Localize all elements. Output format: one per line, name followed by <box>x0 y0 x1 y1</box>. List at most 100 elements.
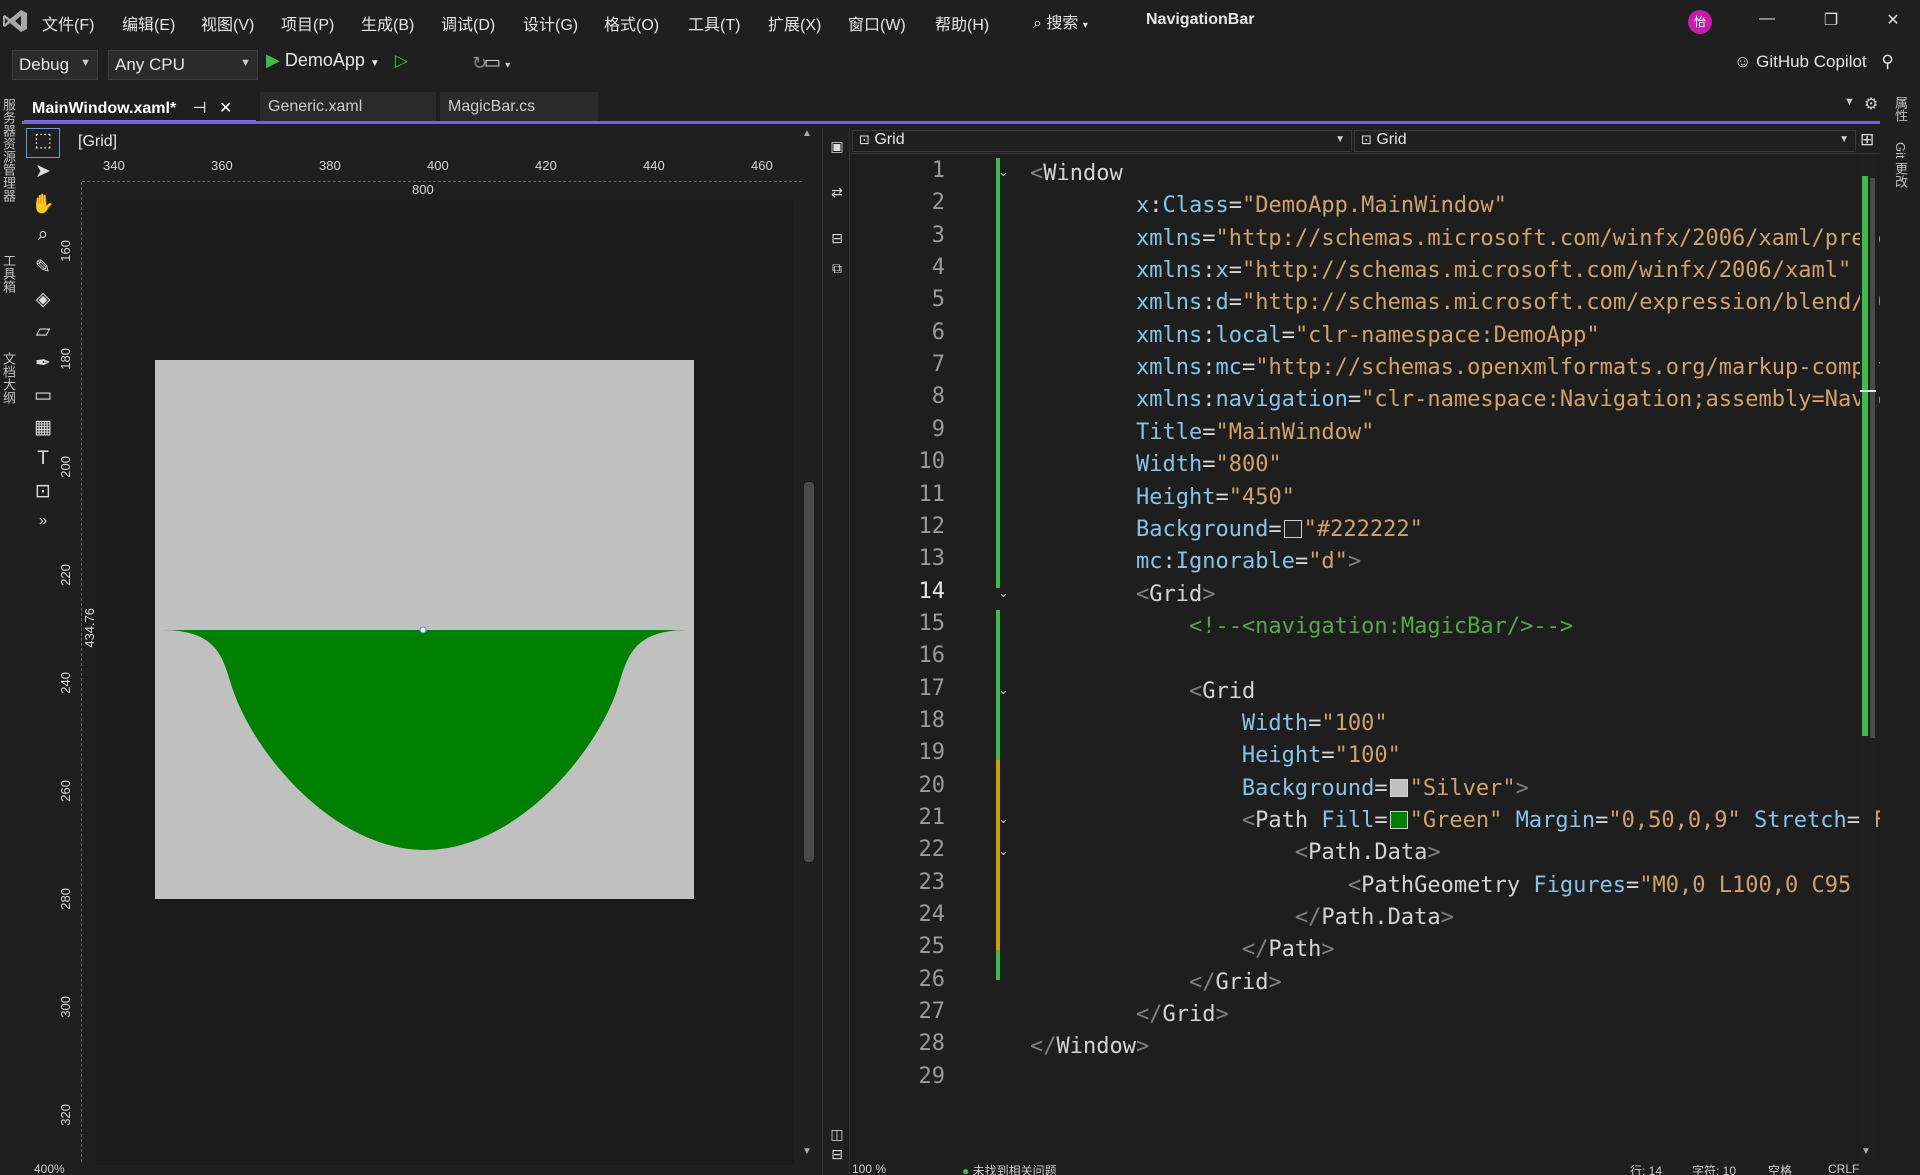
server-explorer-tab[interactable]: 服务器资源管理器 <box>0 98 18 202</box>
tab-magicbar-cs[interactable]: MagicBar.cs <box>440 92 598 122</box>
color-swatch[interactable] <box>1283 519 1302 538</box>
pen-icon[interactable]: ✒ <box>26 352 60 382</box>
code-line[interactable]: Width="100" <box>1030 708 1388 740</box>
scroll-up-icon[interactable]: ▲ <box>802 128 812 139</box>
code-line[interactable]: <Grid> <box>1030 579 1215 611</box>
close-icon[interactable]: ✕ <box>219 100 232 117</box>
nav-left-select[interactable]: ⊡ Grid ▼ <box>852 130 1352 152</box>
text-icon[interactable]: T <box>26 448 60 478</box>
code-line[interactable]: <PathGeometry Figures="M0,0 L100,0 C95 <box>1030 870 1851 902</box>
scroll-down-icon[interactable]: ▼ <box>802 1146 812 1157</box>
restore-button[interactable]: ❐ <box>1816 10 1846 30</box>
github-copilot-button[interactable]: ☺ GitHub Copilot ⚲ <box>1734 52 1894 72</box>
split-editor-icon[interactable]: ⊞ <box>1860 130 1874 150</box>
zoom-level[interactable]: 400% <box>34 1162 65 1175</box>
vertical-split-icon[interactable]: ◫ <box>828 1126 846 1144</box>
code-line[interactable]: <Path Fill= "Green" Margin="0,50,0,9" Str… <box>1030 805 1880 837</box>
color-swatch[interactable] <box>1389 811 1408 829</box>
search-box[interactable]: ⌕ 搜索 ▾ <box>1033 9 1088 33</box>
config-select[interactable]: Debug ▼ <box>12 50 98 80</box>
code-line[interactable]: </Window> <box>1030 1031 1149 1063</box>
fold-toggle-icon[interactable]: ⌄ <box>998 843 1009 859</box>
fold-toggle-icon[interactable]: ⌄ <box>998 811 1009 827</box>
run-without-debug-icon[interactable]: ▷ <box>395 51 408 70</box>
zoom-icon[interactable]: ⌕ <box>26 224 60 254</box>
code-line[interactable]: xmlns:x="http://schemas.microsoft.com/wi… <box>1030 255 1851 287</box>
swap-panes-icon[interactable]: ⇄ <box>828 184 846 202</box>
feedback-icon[interactable]: ⚲ <box>1881 52 1893 71</box>
popout-icon[interactable]: ⧉ <box>828 260 846 278</box>
grid-icon[interactable]: ▦ <box>26 416 60 446</box>
platform-select[interactable]: Any CPU ▼ <box>108 50 258 80</box>
code-line[interactable]: </Path.Data> <box>1030 902 1454 934</box>
designer-scrollbar[interactable]: ▲ ▼ <box>802 128 816 1168</box>
code-line[interactable]: </Grid> <box>1030 999 1229 1031</box>
code-line[interactable]: xmlns:d="http://schemas.microsoft.com/ex… <box>1030 287 1880 319</box>
pin-icon[interactable]: ⊣ <box>193 100 207 117</box>
menu-item[interactable]: 文件(F) <box>42 11 94 35</box>
visual-studio-logo-icon[interactable] <box>2 8 28 34</box>
code-line[interactable]: Height="450" <box>1030 482 1295 514</box>
run-button[interactable]: ▶ DemoApp ▼ ▷ <box>266 50 408 71</box>
code-line[interactable]: <Path.Data> <box>1030 837 1441 869</box>
eyedropper-icon[interactable]: ✎ <box>26 256 60 286</box>
code-line[interactable]: Background= "Silver"> <box>1030 773 1529 805</box>
menu-item[interactable]: 项目(P) <box>281 11 334 35</box>
code-editor[interactable]: 1 ⌄ <Window 2 x:Class="DemoApp.MainWindow" 3… <box>850 154 1880 1160</box>
collapse-pane-icon[interactable]: ⊟ <box>828 230 846 248</box>
menu-item[interactable]: 生成(B) <box>361 11 414 35</box>
scroll-down-icon[interactable]: ▼ <box>1861 1146 1871 1157</box>
design-view-icon[interactable]: ▣ <box>828 138 846 156</box>
horizontal-split-icon[interactable]: ⊟ <box>828 1146 846 1164</box>
toolbox-tab[interactable]: 工具箱 <box>0 254 18 293</box>
code-line[interactable]: mc:Ignorable="d"> <box>1030 546 1361 578</box>
code-line[interactable]: <Grid <box>1030 676 1255 708</box>
tab-generic-xaml[interactable]: Generic.xaml <box>260 92 436 122</box>
fold-toggle-icon[interactable]: ⌄ <box>998 164 1009 180</box>
line-status[interactable]: 行: 14 <box>1630 1162 1662 1175</box>
menu-item[interactable]: 窗口(W) <box>848 11 906 35</box>
line-ending-status[interactable]: CRLF <box>1828 1162 1859 1175</box>
fold-toggle-icon[interactable]: ⌄ <box>998 682 1009 698</box>
code-line[interactable]: </Grid> <box>1030 967 1282 999</box>
pointer-icon[interactable]: ➤ <box>26 160 60 190</box>
layout-dropdown[interactable]: ▭ ▾ <box>484 52 524 80</box>
code-line[interactable]: xmlns:navigation="clr-namespace:Navigati… <box>1030 384 1880 416</box>
tab-mainwindow-xaml[interactable]: MainWindow.xaml* ⊣ ✕ <box>24 92 256 122</box>
menu-item[interactable]: 编辑(E) <box>122 11 175 35</box>
no-issues-status[interactable]: ● 未找到相关问题 <box>962 1162 1057 1175</box>
properties-tab[interactable]: 属性 <box>1892 96 1910 122</box>
control-icon[interactable]: ⊡ <box>26 480 60 510</box>
code-line[interactable]: x:Class="DemoApp.MainWindow" <box>1030 190 1507 222</box>
eraser-icon[interactable]: ▱ <box>26 320 60 350</box>
code-line[interactable]: <Window <box>1030 158 1123 190</box>
code-line[interactable]: xmlns:local="clr-namespace:DemoApp" <box>1030 320 1600 352</box>
menu-item[interactable]: 设计(G) <box>523 11 578 35</box>
code-line[interactable]: Height="100" <box>1030 740 1401 772</box>
minimize-button[interactable]: — <box>1752 10 1782 28</box>
nav-right-select[interactable]: ⊡ Grid ▼ <box>1354 130 1856 152</box>
rectangle-icon[interactable]: ▭ <box>26 384 60 414</box>
code-line[interactable]: <!--<navigation:MagicBar/>--> <box>1030 611 1573 643</box>
char-status[interactable]: 字符: 10 <box>1692 1162 1736 1175</box>
selection-handle[interactable] <box>419 626 427 634</box>
code-line[interactable]: </Path> <box>1030 934 1335 966</box>
whitespace-status[interactable]: 空格 <box>1768 1162 1792 1175</box>
editor-zoom[interactable]: 100 % <box>852 1162 886 1175</box>
menu-item[interactable]: 工具(T) <box>688 11 740 35</box>
document-outline-tab[interactable]: 文档大纲 <box>0 352 18 404</box>
editor-scrollbar[interactable]: ▼ <box>1860 154 1876 1160</box>
gear-icon[interactable]: ⚙ <box>1864 94 1878 114</box>
scroll-thumb[interactable] <box>1870 178 1875 738</box>
menu-item[interactable]: 帮助(H) <box>935 11 989 35</box>
tab-list-dropdown-icon[interactable]: ▼ <box>1844 96 1855 108</box>
menu-item[interactable]: 调试(D) <box>441 11 495 35</box>
code-line[interactable]: xmlns:mc="http://schemas.openxmlformats.… <box>1030 352 1880 384</box>
fold-toggle-icon[interactable]: ⌄ <box>998 585 1009 601</box>
green-path-shape[interactable] <box>155 360 694 899</box>
paint-bucket-icon[interactable]: ◈ <box>26 288 60 318</box>
git-changes-tab[interactable]: Git 更改 <box>1892 142 1910 188</box>
silver-grid-preview[interactable] <box>155 360 694 899</box>
code-line[interactable]: Width="800" <box>1030 449 1282 481</box>
code-line[interactable]: Background= "#222222" <box>1030 514 1423 546</box>
